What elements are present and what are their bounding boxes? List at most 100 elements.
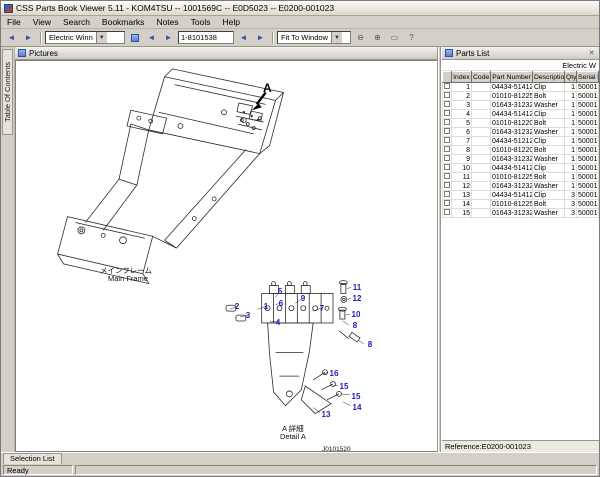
row-checkbox[interactable] <box>444 110 450 116</box>
table-row[interactable]: 14 01010-81225 Bolt 3 50001- <box>442 199 599 209</box>
next-page-icon[interactable]: ► <box>253 30 268 45</box>
callout-number[interactable]: 15 <box>340 383 349 391</box>
prev-page-icon[interactable]: ◄ <box>236 30 251 45</box>
callout-number[interactable]: 15 <box>352 393 361 401</box>
callout-number[interactable]: 7 <box>320 305 324 313</box>
table-row[interactable]: 8 01010-81220 Bolt 1 50001- <box>442 145 599 155</box>
left-tab-strip: Table Of Contents <box>1 47 15 452</box>
table-row[interactable]: 10 04434-51412 Clip 1 50001- <box>442 163 599 173</box>
tab-table-of-contents[interactable]: Table Of Contents <box>2 49 13 135</box>
detail-label-en: Detail A <box>280 432 306 441</box>
forward-icon[interactable]: ► <box>21 30 36 45</box>
table-row[interactable]: 1 04434-51412 Clip 1 50001- <box>442 82 599 92</box>
menu-search[interactable]: Search <box>57 17 96 27</box>
prev-picture-icon[interactable]: ◄ <box>144 30 159 45</box>
row-checkbox[interactable] <box>444 164 450 170</box>
status-filler <box>75 465 597 475</box>
close-icon[interactable]: ✕ <box>587 49 596 57</box>
table-row[interactable]: 11 01010-81225 Bolt 1 50001- <box>442 172 599 182</box>
row-checkbox[interactable] <box>444 128 450 134</box>
callout-number[interactable]: 6 <box>279 300 283 308</box>
title-bar[interactable]: CSS Parts Book Viewer 5.11 - KOM4TSU -- … <box>1 1 599 16</box>
row-checkbox[interactable] <box>444 182 450 188</box>
table-row[interactable]: 7 04434-51212 Clip 1 50001- <box>442 136 599 146</box>
zoom-select[interactable]: Fit To Window ▼ <box>277 31 351 44</box>
zoom-out-icon[interactable]: ⊖ <box>353 30 368 45</box>
menu-help[interactable]: Help <box>217 17 246 27</box>
reference-bar: Reference:E0200-001023 <box>442 440 599 452</box>
table-row[interactable]: 5 01010-81220 Bolt 1 50001- <box>442 118 599 128</box>
row-checkbox[interactable] <box>444 209 450 215</box>
callout-number[interactable]: 2 <box>235 303 239 311</box>
row-checkbox[interactable] <box>444 146 450 152</box>
picture-number-field[interactable] <box>178 31 234 44</box>
callout-number[interactable]: 14 <box>353 404 362 412</box>
callout-number[interactable]: 16 <box>330 370 339 378</box>
parts-table-body: 1 04434-51412 Clip 1 50001- 2 01010-81225 Bolt 1… <box>442 82 599 218</box>
fit-window-icon[interactable]: ▭ <box>387 30 402 45</box>
col-index[interactable]: Index <box>451 71 472 83</box>
menu-tools[interactable]: Tools <box>185 17 217 27</box>
row-checkbox[interactable] <box>444 155 450 161</box>
callout-number[interactable]: 8 <box>368 341 372 349</box>
callout-number[interactable]: 1 <box>264 303 268 311</box>
table-row[interactable]: 15 01643-31232 Washer 3 50001- <box>442 208 599 218</box>
row-checkbox[interactable] <box>444 200 450 206</box>
table-row[interactable]: 4 04434-51412 Clip 1 50001- <box>442 109 599 119</box>
menu-view[interactable]: View <box>27 17 57 27</box>
table-row[interactable]: 12 01643-31232 Washer 1 50001- <box>442 181 599 191</box>
parts-list-title: Parts List <box>456 48 490 58</box>
content-area: Table Of Contents Pictures A メインフレーム Mai… <box>1 47 599 452</box>
row-checkbox[interactable] <box>444 83 450 89</box>
callout-number[interactable]: 10 <box>352 311 361 319</box>
col-serial[interactable]: Serial No <box>576 71 599 83</box>
row-checkbox[interactable] <box>444 92 450 98</box>
callout-number[interactable]: 3 <box>246 312 250 320</box>
col-qty[interactable]: Qty <box>564 71 577 83</box>
diagram-canvas[interactable]: A メインフレーム Main Frame A 詳細 Detail A J0101… <box>15 60 437 452</box>
col-part-number[interactable]: Part Number <box>490 71 533 83</box>
toolbar-separator <box>272 31 273 44</box>
callout-number[interactable]: 12 <box>353 295 362 303</box>
menu-notes[interactable]: Notes <box>150 17 184 27</box>
callout-number[interactable]: 13 <box>322 411 331 419</box>
callout-number[interactable]: 5 <box>278 288 282 296</box>
view-letter: A <box>263 81 272 95</box>
row-checkbox[interactable] <box>444 119 450 125</box>
toolbar-separator <box>40 31 41 44</box>
parts-table: Index Code Part Number Description Qty S… <box>442 71 599 218</box>
parts-list-header: Parts List ✕ <box>442 47 599 60</box>
menu-file[interactable]: File <box>1 17 27 27</box>
tab-selection-list[interactable]: Selection List <box>3 453 62 464</box>
row-checkbox[interactable] <box>444 173 450 179</box>
zoom-in-icon[interactable]: ⊕ <box>370 30 385 45</box>
row-checkbox[interactable] <box>444 101 450 107</box>
book-icon[interactable] <box>127 30 142 45</box>
table-row[interactable]: 6 01643-31232 Washer 1 50001- <box>442 127 599 137</box>
table-row[interactable]: 9 01643-31232 Washer 1 50001- <box>442 154 599 164</box>
pictures-panel-title: Pictures <box>29 48 58 58</box>
row-checkbox[interactable] <box>444 137 450 143</box>
table-row[interactable]: 3 01643-31232 Washer 1 50001- <box>442 100 599 110</box>
next-picture-icon[interactable]: ► <box>161 30 176 45</box>
back-icon[interactable]: ◄ <box>4 30 19 45</box>
menu-bar: File View Search Bookmarks Notes Tools H… <box>1 16 599 29</box>
callout-number[interactable]: 9 <box>301 295 305 303</box>
callout-number[interactable]: 11 <box>353 284 361 292</box>
chevron-down-icon[interactable]: ▼ <box>95 32 107 43</box>
col-description[interactable]: Description <box>532 71 565 83</box>
table-row[interactable]: 13 04434-51412 Clip 3 50001- <box>442 190 599 200</box>
row-checkbox[interactable] <box>444 191 450 197</box>
table-header-row: Index Code Part Number Description Qty S… <box>442 71 599 83</box>
parts-table-wrap[interactable]: Index Code Part Number Description Qty S… <box>442 71 599 440</box>
status-text: Ready <box>3 465 73 475</box>
chevron-down-icon[interactable]: ▼ <box>330 32 342 43</box>
callout-number[interactable]: 4 <box>276 319 280 327</box>
col-code[interactable]: Code <box>471 71 491 83</box>
menu-bookmarks[interactable]: Bookmarks <box>96 17 151 27</box>
book-select[interactable]: Electric Winn ▼ <box>45 31 125 44</box>
table-row[interactable]: 2 01010-81225 Bolt 1 50001- <box>442 91 599 101</box>
parts-list-panel: Parts List ✕ Electric W Index Code Part … <box>441 47 599 452</box>
callout-number[interactable]: 8 <box>353 322 357 330</box>
help-icon[interactable]: ? <box>404 30 419 45</box>
